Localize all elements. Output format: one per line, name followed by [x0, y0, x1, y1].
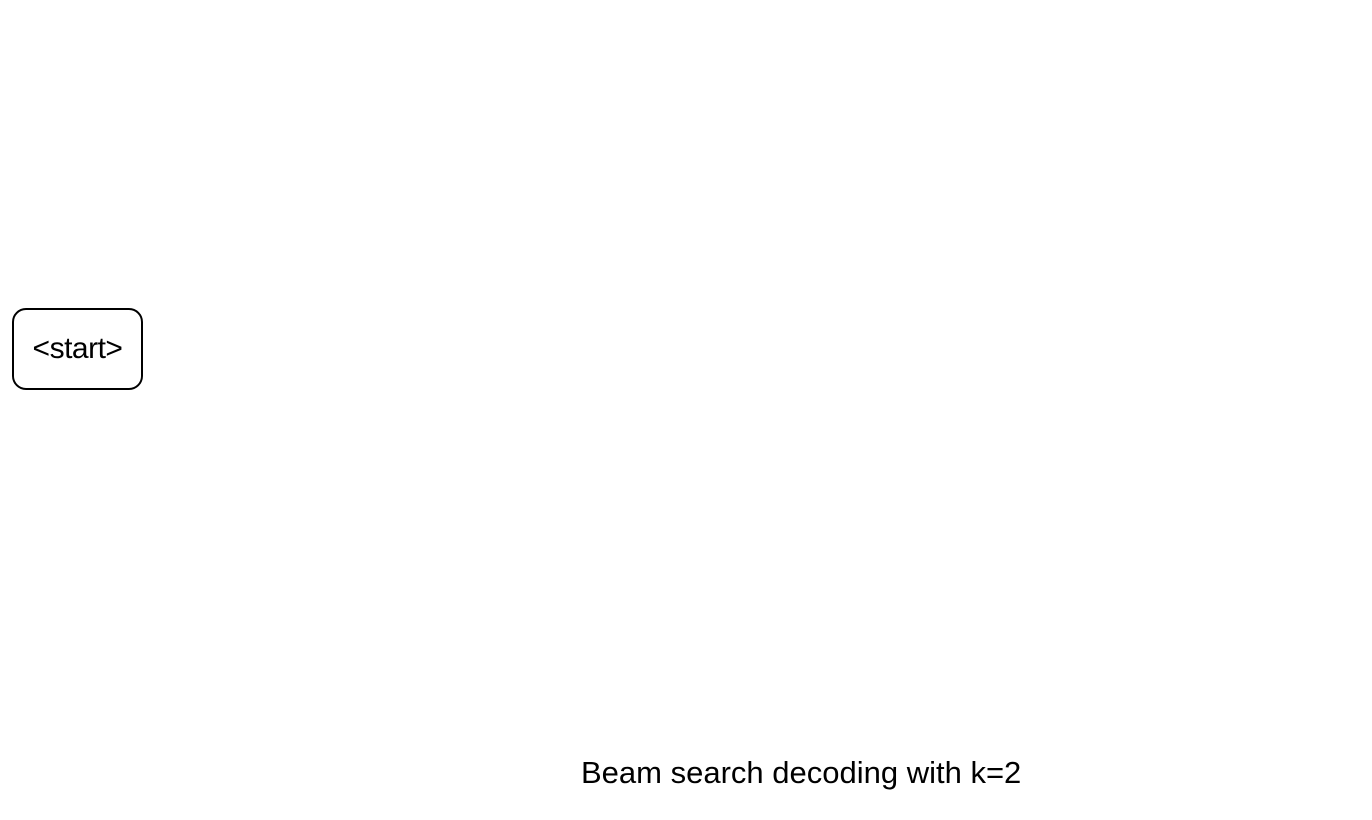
- start-node: <start>: [12, 308, 143, 390]
- diagram-canvas: <start> Beam search decoding with k=2: [0, 0, 1372, 820]
- diagram-caption: Beam search decoding with k=2: [581, 755, 1022, 790]
- start-node-label: <start>: [32, 332, 123, 365]
